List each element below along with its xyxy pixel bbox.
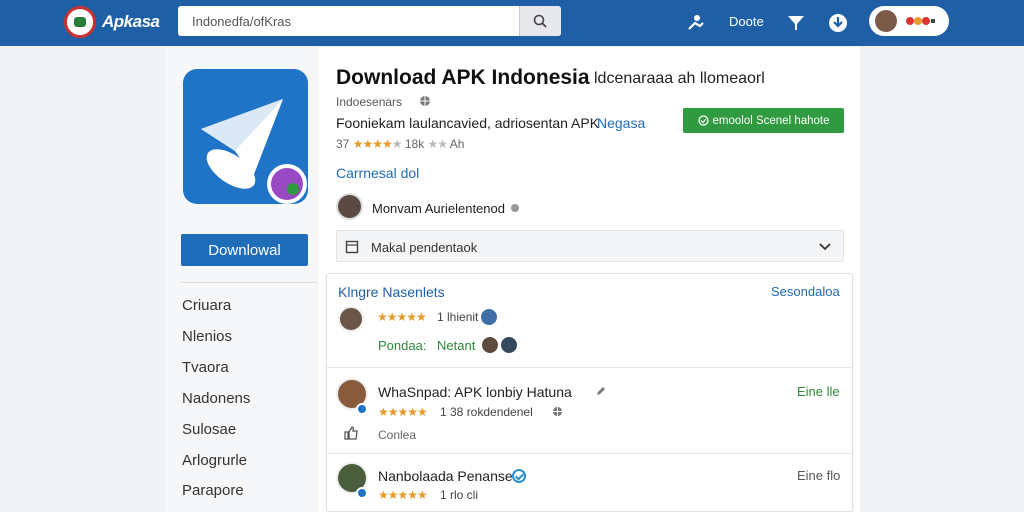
thumbs-up-icon[interactable] xyxy=(344,426,358,440)
filter-icon[interactable] xyxy=(786,13,806,33)
verified-badge-icon xyxy=(356,403,368,415)
site-logo[interactable]: Apkasa xyxy=(64,4,164,40)
verified-badge-icon xyxy=(356,487,368,499)
app-rating: 37 ★★★★★ 18k ★★ Ah xyxy=(336,137,464,151)
category-link[interactable]: Carrnesal dol xyxy=(336,165,419,181)
sidebar-category-item[interactable]: Sulosae xyxy=(182,421,236,438)
sidebar-category-item[interactable]: Nlenios xyxy=(182,328,232,345)
star-empty-icon: ★★ xyxy=(427,137,448,151)
globe-icon xyxy=(552,406,563,417)
sidebar-category-item[interactable]: Criuara xyxy=(182,297,231,314)
rating-extra: Ah xyxy=(449,137,465,151)
review-divider xyxy=(327,367,852,368)
language-flag-icon xyxy=(906,17,935,25)
logo-badge-icon xyxy=(64,6,96,38)
info-dot-icon xyxy=(511,204,519,212)
globe-icon xyxy=(420,96,430,106)
search-button[interactable] xyxy=(519,6,561,36)
developer-name[interactable]: Indoesenars xyxy=(336,95,402,109)
install-button[interactable]: emoolol Scenel hahote xyxy=(683,108,844,133)
sidebar-category-item[interactable]: Arlogrurle xyxy=(182,452,247,469)
review-meta: 1 lhienit xyxy=(437,310,479,324)
see-all-reviews-link[interactable]: Sesondaloa xyxy=(771,284,840,299)
search-icon xyxy=(533,14,547,28)
star-empty-icon: ★ xyxy=(391,137,403,151)
review-action-link[interactable]: Netant xyxy=(437,338,475,353)
star-rating-icon: ★★★★ xyxy=(352,137,393,151)
star-rating-icon: ★★★★★ xyxy=(378,405,428,419)
author-avatar xyxy=(336,193,363,220)
review-meta: 1 38 rokdendenel xyxy=(440,405,533,419)
review-avatar xyxy=(338,306,364,332)
app-icon xyxy=(183,69,308,204)
paper-plane-icon xyxy=(201,99,307,204)
app-description: Fooniekam laulancavied, adriosentan APK xyxy=(336,115,600,131)
star-rating-icon: ★★★★★ xyxy=(377,310,427,324)
review-footer: Conlea xyxy=(378,428,417,442)
pencil-icon[interactable] xyxy=(596,386,606,396)
review-meta: 1 rlo cli xyxy=(440,488,479,502)
account-menu[interactable] xyxy=(869,6,949,36)
nav-link[interactable]: Doote xyxy=(729,14,764,29)
rating-count: 18k xyxy=(404,137,425,151)
review-action-label: Pondaa: xyxy=(378,338,427,353)
sidebar-divider xyxy=(181,282,317,283)
title-suffix: ldcenaraaa ah llomeaorl xyxy=(594,70,765,87)
sidebar-category-item[interactable]: Nadonens xyxy=(182,390,250,407)
reactor-avatar xyxy=(480,308,498,326)
reactor-avatar xyxy=(500,336,518,354)
rating-value: 37 xyxy=(336,137,350,151)
description-link[interactable]: Negasa xyxy=(597,115,645,131)
author-name[interactable]: Monvam Aurielentenod xyxy=(372,201,505,216)
check-circle-icon xyxy=(697,115,709,126)
verified-check-icon xyxy=(512,469,526,483)
logo-text: Apkasa xyxy=(102,12,160,31)
review-title: Nanbolaada Penanse xyxy=(378,468,513,484)
user-upload-icon[interactable] xyxy=(686,13,706,33)
chevron-down-icon xyxy=(819,243,831,251)
install-button-label: emoolol Scenel hahote xyxy=(712,114,830,127)
download-button[interactable]: Downlowal xyxy=(181,234,308,266)
star-rating-icon: ★★★★★ xyxy=(378,488,428,502)
download-circle-icon[interactable] xyxy=(828,13,848,33)
review-action-link[interactable]: Eine flo xyxy=(797,468,840,483)
document-icon xyxy=(345,240,359,254)
search-bar xyxy=(178,6,561,36)
page-title: Download APK Indonesia xyxy=(336,66,590,89)
details-dropdown[interactable]: Makal pendentaok xyxy=(336,230,844,262)
review-title: WhaSnpad: APK lonbiy Hatuna xyxy=(378,384,572,400)
search-input[interactable] xyxy=(178,6,519,36)
user-avatar xyxy=(875,10,897,32)
reviews-title: Klngre Nasenlets xyxy=(338,284,445,300)
review-divider xyxy=(327,453,852,454)
sidebar-category-item[interactable]: Parapore xyxy=(182,482,244,499)
review-action-link[interactable]: Eine lle xyxy=(797,384,840,399)
sidebar-category-item[interactable]: Tvaora xyxy=(182,359,229,376)
dropdown-label: Makal pendentaok xyxy=(371,240,478,255)
reactor-avatar xyxy=(481,336,499,354)
